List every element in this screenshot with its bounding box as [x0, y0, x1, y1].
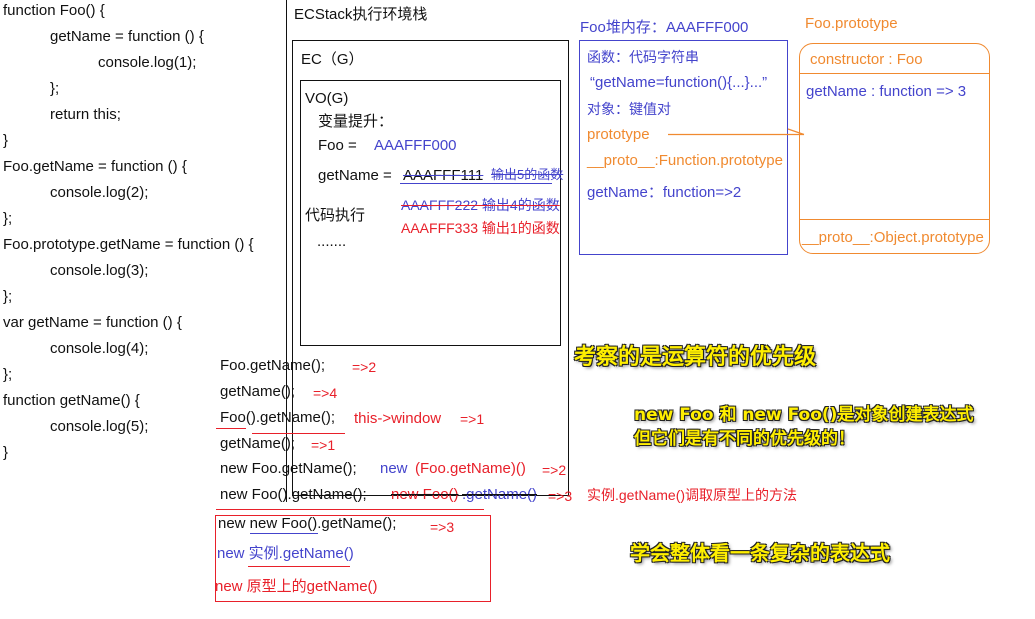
code-line: function getName() {: [3, 392, 140, 409]
call-expr: new Foo().getName();: [220, 486, 367, 503]
call-expr: getName();: [220, 383, 296, 400]
ec-global-label: EC（G）: [301, 51, 364, 68]
call-explanation: 实例.getName()调取原型上的方法: [587, 487, 798, 503]
code-line: console.log(3);: [50, 262, 149, 279]
vo-label: VO(G): [305, 90, 349, 107]
code-line: console.log(2);: [50, 184, 149, 201]
foo-var-value: AAAFFF000: [374, 137, 457, 154]
code-line: };: [3, 288, 13, 305]
call-result: =>2: [542, 462, 567, 478]
hoist-label: 变量提升：: [318, 113, 394, 130]
call-note-new: new: [380, 460, 408, 477]
getname-value-2: AAAFFF222 输出4的函数: [401, 197, 560, 213]
code-line: function Foo() {: [3, 2, 105, 19]
call-note-new: new Foo(): [391, 486, 459, 503]
code-line: console.log(1);: [98, 54, 197, 71]
underline: [250, 533, 318, 534]
callout-whole-expression: 学会整体看一条复杂的表达式: [630, 541, 890, 565]
code-line: console.log(5);: [50, 418, 149, 435]
heap-box: [579, 40, 788, 255]
divider: [800, 219, 989, 220]
call-note-expr: (Foo.getName)(): [415, 460, 526, 477]
boxed-line-2: new 实例.getName(): [217, 545, 354, 562]
divider: [800, 73, 989, 74]
callout-operator-precedence: 考察的是运算符的优先级: [574, 345, 817, 370]
call-expr: getName();: [220, 435, 296, 452]
underline: [216, 428, 246, 429]
boxed-line-1: new new Foo().getName();: [218, 515, 397, 532]
prototype-title: Foo.prototype: [805, 15, 898, 32]
code-line: Foo.prototype.getName = function () {: [3, 236, 254, 253]
underline: [252, 433, 345, 434]
code-line: Foo.getName = function () {: [3, 158, 187, 175]
ecstack-title: ECStack执行环境栈: [294, 6, 428, 23]
prototype-arrow: [668, 128, 805, 136]
exec-dots: .......: [317, 233, 347, 250]
heap-title: Foo堆内存：AAAFFF000: [580, 19, 749, 36]
heap-prototype-key: prototype: [587, 126, 650, 143]
getname-value-3: AAAFFF333 输出1的函数: [401, 220, 560, 236]
heap-func-code: “getName=function(){...}...”: [590, 74, 768, 91]
code-line: };: [50, 80, 60, 97]
call-note: this->window: [354, 410, 442, 427]
prototype-proto: __proto__:Object.prototype: [802, 229, 984, 246]
getname-value-1-note: 输出5的函数: [491, 167, 564, 182]
exec-label: 代码执行: [305, 207, 366, 224]
code-line: };: [3, 210, 13, 227]
callout-different-precedence: 但它们是有不同的优先级的！: [634, 429, 855, 449]
call-result: =>1: [311, 437, 336, 453]
foo-var-label: Foo =: [318, 137, 357, 154]
call-expr: new Foo.getName();: [220, 460, 357, 477]
call-result: =>4: [313, 385, 338, 401]
heap-func-label: 函数：代码字符串: [587, 49, 699, 65]
code-line: console.log(4);: [50, 340, 149, 357]
call-expr: Foo().getName();: [220, 409, 336, 426]
heap-obj-label: 对象：键值对: [587, 101, 671, 117]
code-line: getName = function () {: [50, 28, 204, 45]
call-result: =>2: [352, 359, 377, 375]
heap-getname: getName：function=>2: [587, 184, 742, 201]
code-line: var getName = function () {: [3, 314, 182, 331]
heap-proto-key: __proto__:Function.prototype: [587, 152, 783, 169]
prototype-constructor: constructor : Foo: [810, 51, 923, 68]
call-note-method: .getName(): [462, 486, 538, 503]
call-result: =>3: [548, 488, 573, 504]
call-result: =>1: [460, 411, 485, 427]
underline: [248, 566, 350, 567]
underline: [216, 509, 484, 510]
prototype-getname: getName : function => 3: [806, 83, 967, 100]
boxed-line-1-result: =>3: [430, 519, 455, 535]
code-line: return this;: [50, 106, 121, 123]
code-line: };: [3, 366, 13, 383]
prototype-box: [799, 43, 990, 254]
underline: [400, 183, 552, 184]
call-expr: Foo.getName();: [220, 357, 326, 374]
boxed-line-3: new 原型上的getName(): [215, 578, 378, 595]
code-line: }: [3, 132, 9, 149]
callout-new-expression: new Foo 和 new Foo()是对象创建表达式: [634, 405, 974, 425]
code-line: }: [3, 444, 9, 461]
getname-var-label: getName =: [318, 167, 392, 184]
